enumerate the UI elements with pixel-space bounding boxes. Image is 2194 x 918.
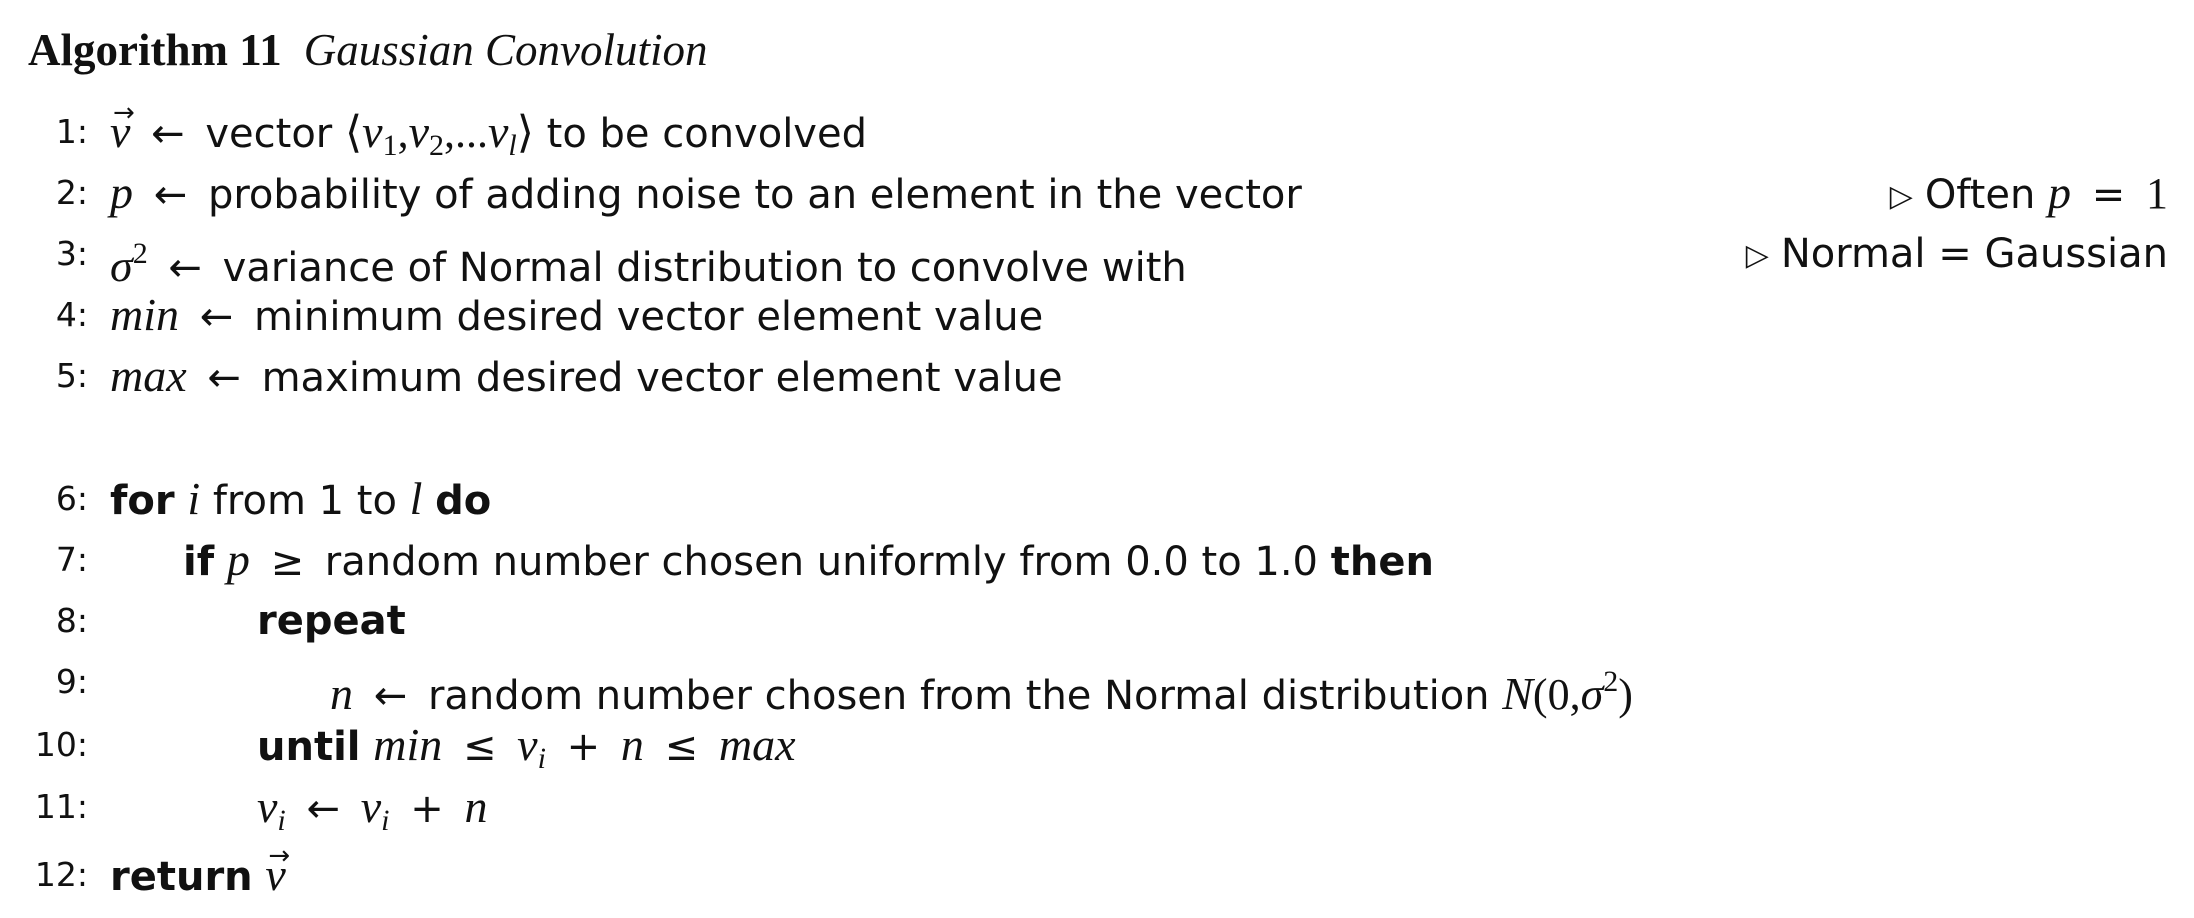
algorithm-line-7: 7: if p ≥ random number chosen uniformly… [28,532,2168,588]
var-sigma: σ [110,240,133,291]
line-number: 6: [55,479,88,518]
line-content: vi ← vi + n [257,781,488,837]
keyword-do: do [435,478,492,524]
line-text: random number chosen from the Normal dis… [427,673,1490,719]
algorithm-title: Gaussian Convolution [303,25,708,75]
line-content: n ← random number chosen from the Normal… [330,665,1633,719]
vector-arrow-icon: → [113,98,135,128]
line-text: random number chosen uniformly from 0.0 … [324,539,1318,585]
keyword-for: for [110,478,175,524]
line-number: 12: [34,855,88,894]
algorithm-block: Algorithm 11 Gaussian Convolution 1: → v ←… [28,18,2168,900]
var-p: p [226,534,250,585]
line-number: 4: [55,295,88,334]
line-content: if p ≥ random number chosen uniformly fr… [183,534,1434,585]
var-l: l [409,473,423,524]
angle-close: ⟩ [516,108,534,157]
algorithm-line-5: 5: max ← maximum desired vector element … [28,348,2168,404]
algorithm-line-2: 2: p ← probability of adding noise to an… [28,165,2168,221]
line-number: 1: [55,112,88,151]
algorithm-line-3: 3: σ2 ← variance of Normal distribution … [28,226,2168,291]
line-content: for i from 1 to l do [110,473,492,524]
var-p: p [110,167,133,218]
keyword-repeat: repeat [257,598,406,644]
line-text: vector [205,111,333,157]
normal-fn: N [1502,668,1533,719]
line-comment: ▷ Normal = Gaussian [1745,231,2168,277]
algorithm-line-6: 6: for i from 1 to l do [28,471,2168,527]
line-number: 10: [34,725,88,764]
algorithm-label: Algorithm 11 [28,25,282,75]
line-content: repeat [257,593,406,649]
line-number: 9: [55,662,88,701]
algorithm-line-10: 10: until min ≤ vi + n ≤ max [28,717,2168,775]
assign-arrow: ← [306,786,340,832]
var-max: max [110,350,187,401]
line-text: variance of Normal distribution to convo… [222,245,1187,291]
assign-arrow: ← [373,673,408,719]
line-text: maximum desired vector element value [261,355,1063,401]
line-text: probability of adding noise to an elemen… [207,172,1302,218]
algorithm-line-4: 4: min ← minimum desired vector element … [28,287,2168,343]
vector-symbol: → v [110,98,135,160]
algorithm-line-8: 8: repeat [28,593,2168,649]
line-number: 11: [34,787,88,826]
algorithm-line-12: 12: return → v [28,841,2168,905]
line-content: min ← minimum desired vector element val… [110,287,1043,345]
line-number: 5: [55,356,88,395]
assign-arrow: ← [151,111,185,157]
comment-triangle-icon: ▷ [1745,238,1769,273]
angle-open: ⟨ [344,108,363,157]
line-content: max ← maximum desired vector element val… [110,348,1063,406]
var-min: min [110,289,179,340]
line-content: return → v [110,841,290,905]
var-i: i [187,473,201,524]
line-number: 8: [55,601,88,640]
line-comment: ▷ Often p = 1 [1889,167,2168,218]
var-n: n [330,668,353,719]
assign-arrow: ← [153,172,188,218]
line-number: 2: [55,173,88,212]
comment-triangle-icon: ▷ [1889,179,1913,214]
algorithm-line-9: 9: n ← random number chosen from the Nor… [28,654,2168,719]
keyword-return: return [110,854,253,900]
line-text-tail: to be convolved [546,111,867,157]
assign-arrow: ← [168,245,202,291]
line-content: until min ≤ vi + n ≤ max [257,719,796,775]
line-content: p ← probability of adding noise to an el… [110,165,1302,223]
algorithm-line-1: 1: → v ← vector ⟨v1,v2,...vl⟩ to be convo… [28,98,2168,162]
algorithm-line-11: 11: vi ← vi + n [28,779,2168,837]
assign-arrow: ← [199,294,234,340]
keyword-until: until [257,724,361,770]
assign-arrow: ← [207,355,241,401]
line-number: 7: [55,540,88,579]
keyword-if: if [183,539,215,585]
algorithm-caption: Algorithm 11 Gaussian Convolution [28,18,708,82]
vector-arrow-icon: → [268,841,291,871]
line-number: 3: [55,234,88,273]
line-text: minimum desired vector element value [253,294,1044,340]
line-content: σ2 ← variance of Normal distribution to … [110,237,1187,291]
vector-symbol: → v [265,841,290,903]
keyword-then: then [1330,539,1434,585]
line-content: → v ← vector ⟨v1,v2,...vl⟩ to be convolve… [110,98,867,174]
